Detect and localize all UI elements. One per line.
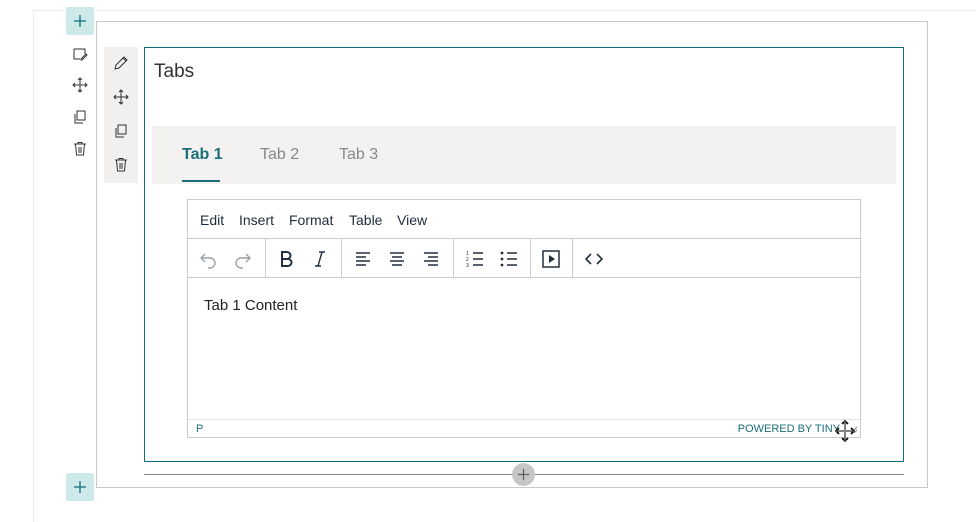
delete-section-button[interactable]	[70, 139, 90, 159]
powered-by-link[interactable]: POWERED BY TINY	[738, 423, 840, 435]
numbered-list-icon: 123	[466, 251, 483, 269]
bold-button[interactable]	[274, 247, 298, 271]
plus-icon	[74, 15, 86, 27]
edit-section-button[interactable]	[70, 44, 90, 64]
redo-icon	[235, 253, 251, 269]
tab-bar: Tab 1 Tab 2 Tab 3	[152, 126, 896, 184]
webpart-title: Tabs	[154, 61, 195, 82]
delete-webpart-button[interactable]	[111, 155, 131, 175]
move-section-button[interactable]	[70, 75, 90, 95]
menu-table[interactable]: Table	[349, 212, 382, 228]
add-webpart-button[interactable]	[512, 463, 535, 486]
media-icon	[542, 250, 560, 268]
undo-button[interactable]	[196, 247, 220, 271]
numbered-list-button[interactable]: 123	[463, 247, 487, 271]
editor-statusbar: P POWERED BY TINY	[188, 419, 860, 437]
add-section-above-button[interactable]	[66, 7, 94, 35]
align-right-button[interactable]	[419, 247, 443, 271]
align-right-icon	[424, 252, 438, 266]
bold-icon	[281, 251, 293, 267]
menu-format[interactable]: Format	[289, 212, 333, 228]
duplicate-section-button[interactable]	[70, 107, 90, 127]
delete-icon	[115, 158, 127, 172]
plus-icon	[74, 481, 86, 493]
toolbar-separator	[453, 239, 454, 278]
align-center-icon	[390, 252, 404, 266]
move-cursor-icon	[835, 420, 855, 442]
align-left-icon	[356, 252, 370, 266]
move-webpart-button[interactable]	[111, 87, 131, 107]
edit-webpart-button[interactable]	[111, 53, 131, 73]
plus-icon	[517, 468, 530, 481]
undo-icon	[200, 253, 216, 269]
pencil-icon	[114, 56, 128, 70]
move-icon	[113, 89, 129, 105]
italic-icon	[315, 251, 325, 267]
editor-content[interactable]: Tab 1 Content	[204, 297, 297, 314]
rich-text-editor: Edit Insert Format Table View 1 2 3 Tab …	[187, 199, 861, 438]
add-section-below-button[interactable]	[66, 473, 94, 501]
svg-text:3: 3	[466, 263, 469, 269]
bullet-list-button[interactable]	[497, 247, 521, 271]
toolbar-separator	[530, 239, 531, 278]
active-tab-indicator	[182, 180, 220, 182]
duplicate-icon	[74, 110, 86, 124]
menu-view[interactable]: View	[397, 212, 427, 228]
toolbar-separator	[265, 239, 266, 278]
delete-icon	[74, 142, 86, 156]
italic-button[interactable]	[308, 247, 332, 271]
insert-media-button[interactable]	[539, 247, 563, 271]
source-code-button[interactable]	[582, 247, 606, 271]
editor-toolbar: 123	[188, 239, 860, 278]
redo-button[interactable]	[231, 247, 255, 271]
move-icon	[72, 77, 88, 93]
tab-2[interactable]: Tab 2	[260, 146, 299, 164]
align-left-button[interactable]	[351, 247, 375, 271]
edit-section-icon	[73, 48, 88, 61]
duplicate-webpart-button[interactable]	[111, 121, 131, 141]
menu-insert[interactable]: Insert	[239, 212, 274, 228]
bullet-list-icon	[500, 251, 517, 267]
tab-3[interactable]: Tab 3	[339, 146, 378, 164]
menu-edit[interactable]: Edit	[200, 212, 224, 228]
toolbar-separator	[341, 239, 342, 278]
tab-1[interactable]: Tab 1	[182, 146, 223, 164]
element-path[interactable]: P	[196, 423, 203, 435]
editor-menubar: Edit Insert Format Table View	[188, 200, 860, 239]
align-center-button[interactable]	[385, 247, 409, 271]
duplicate-icon	[115, 124, 127, 138]
toolbar-separator	[572, 239, 573, 278]
source-code-icon	[584, 253, 604, 265]
page-canvas: Tabs Tab 1 Tab 2 Tab 3 Edit Insert Forma…	[0, 0, 976, 522]
